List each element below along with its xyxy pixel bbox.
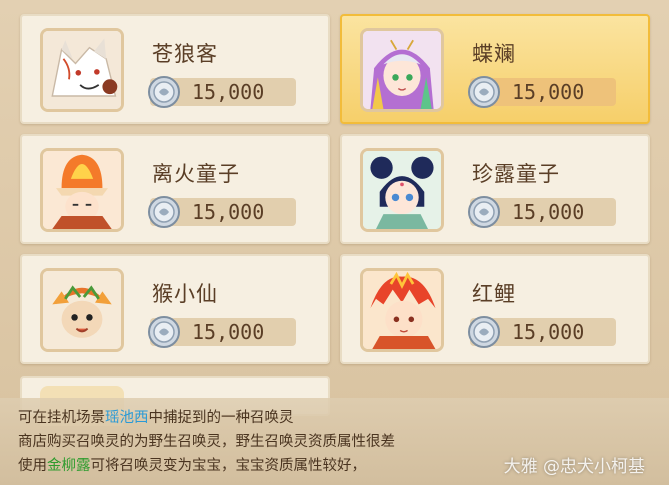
price-box: 15,000	[468, 316, 616, 348]
price-box: 15,000	[148, 316, 296, 348]
desc-place-link[interactable]: 瑶池西	[105, 410, 149, 426]
summon-card-zhenlutongzi[interactable]: 珍露童子 15,000	[340, 134, 650, 244]
price-value: 15,000	[512, 320, 585, 344]
summon-card-hongli[interactable]: 红鲤 15,000	[340, 254, 650, 364]
price-value: 15,000	[512, 200, 585, 224]
silver-coin-icon	[148, 196, 180, 228]
silver-coin-icon	[468, 316, 500, 348]
white-wolf-portrait	[40, 28, 124, 112]
summon-card-canglangke[interactable]: 苍狼客 15,000	[20, 14, 330, 124]
price-value: 15,000	[192, 200, 265, 224]
price-box: 15,000	[468, 76, 616, 108]
price-box: 15,000	[468, 196, 616, 228]
card-name: 猴小仙	[152, 282, 218, 306]
card-name: 蝶斓	[472, 42, 516, 66]
summon-card-houxiaoxian[interactable]: 猴小仙 15,000	[20, 254, 330, 364]
desc-text: 可将召唤灵变为宝宝，宝宝资质属性较好，	[90, 458, 367, 474]
summon-card-lihuotongzi[interactable]: 离火童子 15,000	[20, 134, 330, 244]
summon-shop-panel: 苍狼客 15,000 蝶斓 15,000 离火童子 15,000 珍露童子 15…	[0, 0, 669, 485]
price-box: 15,000	[148, 76, 296, 108]
desc-line-2: 商店购买召唤灵的为野生召唤灵，野生召唤灵资质属性很差	[18, 434, 395, 450]
card-name: 珍露童子	[472, 162, 560, 186]
desc-text: 中捕捉到的一种召唤灵	[148, 410, 294, 426]
desc-item-link[interactable]: 金柳露	[47, 458, 91, 474]
price-value: 15,000	[192, 80, 265, 104]
desc-text: 可在挂机场景	[18, 410, 105, 426]
card-name: 苍狼客	[152, 42, 218, 66]
fire-child-portrait	[40, 148, 124, 232]
card-name: 离火童子	[152, 162, 240, 186]
silver-coin-icon	[148, 316, 180, 348]
silver-coin-icon	[148, 76, 180, 108]
dew-child-portrait	[360, 148, 444, 232]
silver-coin-icon	[468, 76, 500, 108]
price-value: 15,000	[192, 320, 265, 344]
price-box: 15,000	[148, 196, 296, 228]
red-carp-portrait	[360, 268, 444, 352]
silver-coin-icon	[468, 196, 500, 228]
butterfly-girl-portrait	[360, 28, 444, 112]
watermark: 大雅 @忠犬小柯基	[503, 457, 645, 477]
summon-card-dielan[interactable]: 蝶斓 15,000	[340, 14, 650, 124]
desc-line-1: 可在挂机场景瑶池西中捕捉到的一种召唤灵	[18, 406, 669, 430]
price-value: 15,000	[512, 80, 585, 104]
desc-text: 使用	[18, 458, 47, 474]
monkey-immortal-portrait	[40, 268, 124, 352]
card-name: 红鲤	[472, 282, 516, 306]
